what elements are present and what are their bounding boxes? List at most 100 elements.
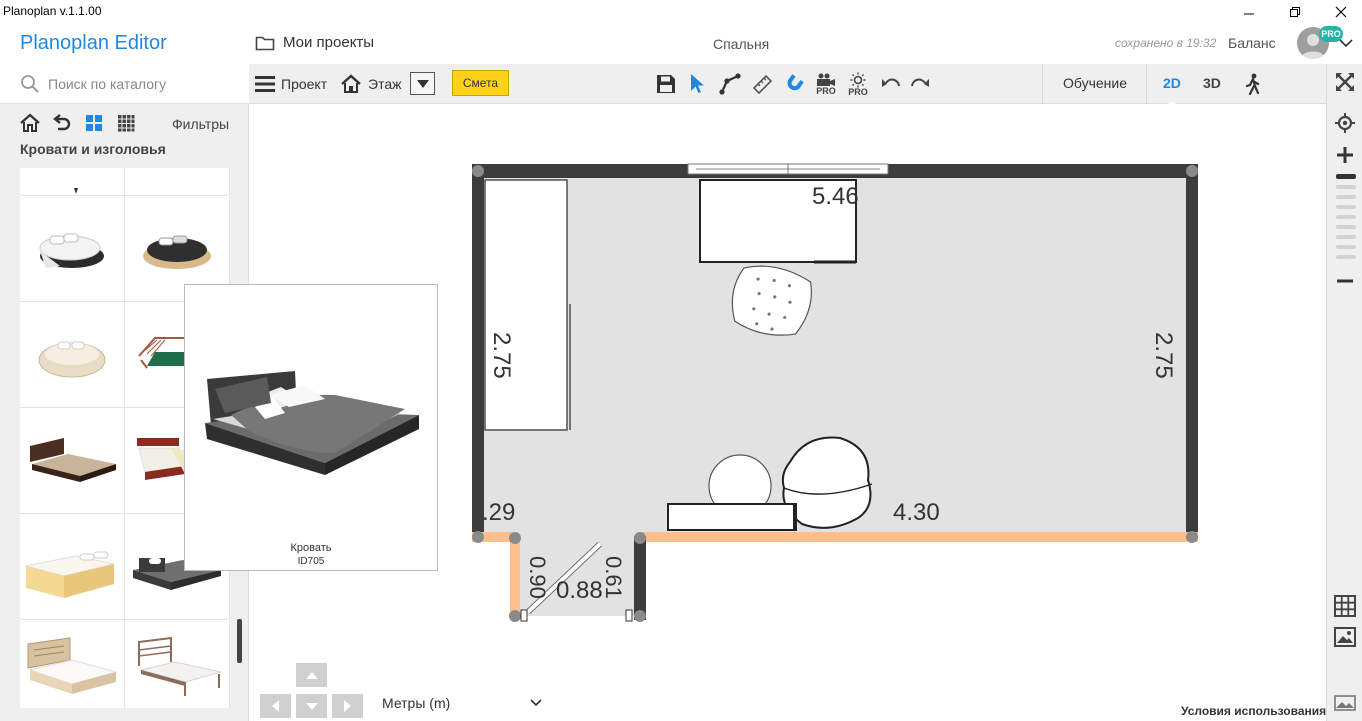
pan-right-button[interactable] [332, 694, 363, 718]
catalog-tile[interactable] [20, 168, 125, 196]
zoom-step [1336, 205, 1356, 209]
background-image-button[interactable] [1334, 626, 1356, 648]
center-view-button[interactable] [1334, 112, 1356, 134]
catalog-tile-bed-round-white[interactable] [20, 196, 125, 302]
close-button[interactable] [1318, 0, 1362, 24]
light-pro-button[interactable]: PRO [844, 64, 872, 104]
pan-down-button[interactable] [296, 694, 327, 718]
save-button[interactable] [652, 64, 680, 104]
view-2d-button[interactable]: 2D [1163, 75, 1181, 91]
redo-button[interactable] [906, 64, 934, 104]
bed-thumbnail [30, 438, 116, 482]
house-icon [341, 74, 361, 93]
dimension-right: 2.75 [1150, 332, 1177, 379]
view-large-tiles-button[interactable] [82, 112, 106, 134]
magnet-snap-button[interactable] [780, 64, 808, 104]
video-pro-button[interactable]: PRO [812, 64, 840, 104]
pan-left-button[interactable] [260, 694, 291, 718]
estimate-button[interactable]: Смета [452, 70, 509, 96]
filters-button[interactable]: Фильтры [172, 116, 229, 132]
restore-icon [1290, 7, 1300, 17]
project-menu-button[interactable]: Проект [255, 64, 327, 104]
walk-mode-button[interactable] [1239, 64, 1267, 104]
dimension-door-c: 0.61 [601, 556, 626, 599]
cursor-arrow-icon [691, 74, 704, 93]
catalog-scrollbar[interactable] [237, 619, 242, 663]
bench[interactable] [667, 503, 797, 531]
app-header: Planoplan Editor Мои проекты Спальня сох… [0, 24, 1362, 64]
catalog-tile[interactable] [125, 168, 230, 196]
zoom-step [1336, 235, 1356, 239]
undo-button[interactable] [877, 64, 905, 104]
catalog-search [0, 64, 249, 104]
view-controls [1326, 64, 1362, 721]
ruler-tool-button[interactable] [748, 64, 776, 104]
window-titlebar: Planoplan v.1.1.00 [0, 0, 1362, 24]
zoom-step [1336, 225, 1356, 229]
dimension-corner: .29 [482, 499, 515, 526]
bed-thumbnail [27, 637, 118, 694]
catalog-tile-bed-pine-drawers[interactable] [20, 514, 125, 620]
arrow-down-icon [305, 702, 318, 710]
room-name: Спальня [713, 36, 770, 52]
expand-arrows-icon [1336, 73, 1354, 91]
catalog-tile-bed-wood-dark[interactable] [20, 408, 125, 514]
grid-toggle-button[interactable] [1334, 595, 1356, 617]
floor-menu-button[interactable]: Этаж [340, 64, 401, 104]
target-icon [1335, 113, 1355, 133]
view-3d-button[interactable]: 3D [1203, 75, 1221, 91]
units-select[interactable]: Метры (m) [382, 695, 450, 711]
close-icon [1335, 6, 1347, 18]
catalog-tile-bed-carved-beige[interactable] [20, 620, 125, 708]
product-name: Кровать [290, 542, 332, 554]
catalog-tile-bed-metal-frame[interactable] [125, 620, 230, 708]
catalog-home-button[interactable] [18, 112, 42, 134]
floor-dropdown[interactable] [410, 72, 435, 95]
zoom-in-button[interactable] [1334, 144, 1356, 166]
grid-small-icon [118, 115, 135, 132]
video-pro-label: PRO [816, 85, 836, 96]
my-projects-button[interactable]: Мои проекты [255, 34, 374, 51]
brand-title: Planoplan Editor [20, 32, 167, 54]
restore-button[interactable] [1272, 0, 1318, 24]
terms-link[interactable]: Условия использования [1181, 704, 1326, 718]
wardrobe[interactable] [484, 179, 568, 431]
wall-bottom-right[interactable] [638, 532, 1198, 542]
search-input[interactable] [48, 72, 238, 96]
chevron-down-icon[interactable] [530, 699, 542, 707]
product-image [205, 371, 419, 475]
balance-link[interactable]: Баланс [1228, 35, 1276, 51]
window-title: Planoplan v.1.1.00 [3, 4, 102, 18]
window-element[interactable] [687, 163, 889, 175]
wall-left[interactable] [472, 164, 484, 542]
wall-tool-button[interactable] [716, 64, 744, 104]
bed-thumbnail [25, 551, 115, 598]
zoom-out-button[interactable] [1334, 270, 1356, 292]
chevron-down-icon[interactable] [1338, 38, 1354, 48]
pan-up-button[interactable] [296, 663, 327, 687]
view-small-tiles-button[interactable] [114, 112, 138, 134]
wall-right[interactable] [1186, 164, 1198, 542]
category-title: Кровати и изголовья [20, 141, 166, 157]
zoom-step [1336, 185, 1356, 189]
wall-entry-right[interactable] [634, 536, 646, 620]
image-icon [1334, 627, 1356, 647]
zoom-step [1336, 245, 1356, 249]
fit-view-button[interactable] [1334, 71, 1356, 93]
dimension-top: 5.46 [812, 183, 859, 210]
catalog-back-button[interactable] [50, 112, 74, 134]
save-disk-icon [657, 75, 675, 93]
arrow-right-icon [344, 700, 351, 712]
arrow-up-icon [305, 671, 318, 679]
toolbar-divider [1146, 64, 1147, 104]
bed-thumbnail [74, 188, 78, 194]
wall-entry-left[interactable] [510, 538, 520, 616]
floor-menu-label: Этаж [368, 76, 402, 92]
select-tool-button[interactable] [683, 64, 711, 104]
screenshot-button[interactable] [1334, 692, 1356, 714]
arrow-left-icon [272, 700, 279, 712]
tutorial-button[interactable]: Обучение [1063, 75, 1127, 91]
minimize-button[interactable] [1226, 0, 1272, 24]
catalog-tile-bed-round-beige[interactable] [20, 302, 125, 408]
saved-status: сохранено в 19:32 [1115, 36, 1217, 50]
